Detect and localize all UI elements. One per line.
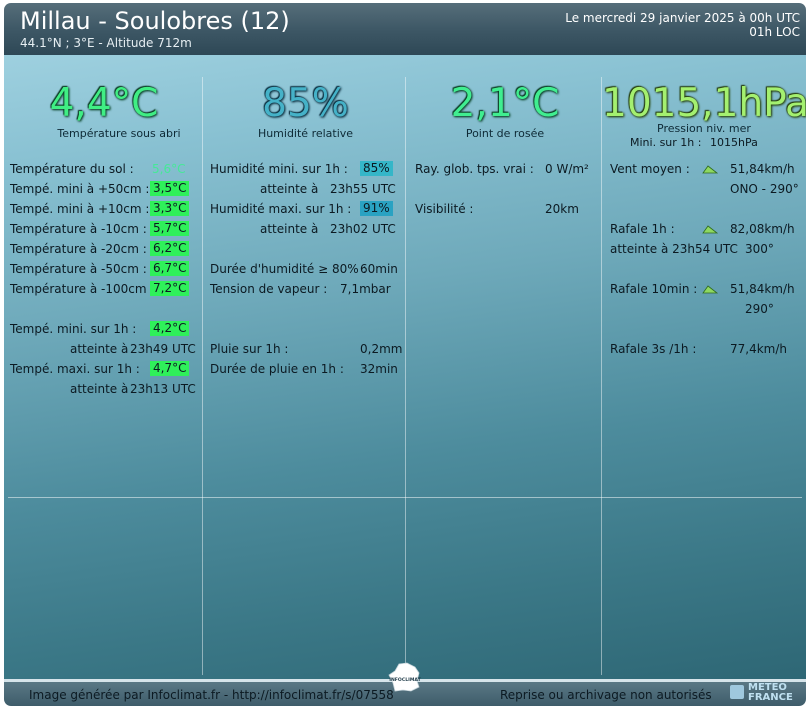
temp-min-value: 4,2°C <box>150 321 190 336</box>
big-pressure: 1015,1hPa <box>602 81 806 126</box>
humid-min-value: 85% <box>360 161 393 176</box>
humid-duration-value: 60min <box>360 262 398 276</box>
temp-max-at-label: atteinte à <box>70 382 129 396</box>
gust-10min-value: 51,84km/h <box>730 282 795 296</box>
wind-mean-direction: ONO - 290° <box>730 182 799 196</box>
infoclimat-logo: INFOCLIMAT <box>388 662 422 692</box>
wind-direction-icon <box>702 225 718 234</box>
rain-duration-value: 32min <box>360 362 398 376</box>
humid-min-at-time: 23h55 UTC <box>330 182 396 196</box>
radiation-label: Ray. glob. tps. vrai : <box>415 162 534 176</box>
temp-row-value: 7,2°C <box>150 281 190 296</box>
visibility-value: 20km <box>545 202 579 216</box>
footer-rights: Reprise ou archivage non autorisés <box>500 688 712 702</box>
temp-min-at-label: atteinte à <box>70 342 129 356</box>
humid-min-at-label: atteinte à <box>260 182 319 196</box>
temp-row-label: Température du sol : <box>10 162 134 176</box>
gust-1h-time: atteinte à 23h54 UTC <box>610 242 738 256</box>
meteo-france-logo: METEO FRANCE <box>730 683 794 706</box>
temperature-label: Température sous abri <box>57 127 181 140</box>
date-local: 01h LOC <box>749 25 800 39</box>
wind-direction-icon <box>702 165 718 174</box>
rain-value: 0,2mm <box>360 342 403 356</box>
temp-min-label: Tempé. mini. sur 1h : <box>10 322 137 336</box>
temp-row-value: 5,6°C <box>152 162 186 176</box>
column-divider <box>405 77 406 675</box>
footer-credit: Image générée par Infoclimat.fr - http:/… <box>29 688 394 702</box>
wind-mean-label: Vent moyen : <box>610 162 690 176</box>
temp-row-value: 3,3°C <box>150 201 190 216</box>
gust-1h-label: Rafale 1h : <box>610 222 675 236</box>
gust-1h-direction: 300° <box>745 242 774 256</box>
station-coords: 44.1°N ; 3°E - Altitude 712m <box>20 36 192 50</box>
pressure-min-value: 1015hPa <box>710 136 758 149</box>
visibility-label: Visibilité : <box>415 202 474 216</box>
wind-mean-value: 51,84km/h <box>730 162 795 176</box>
gust-3s-label: Rafale 3s /1h : <box>610 342 697 356</box>
humid-duration-label: Durée d'humidité ≥ 80% : <box>210 262 367 276</box>
temp-row-label: Température à -20cm : <box>10 242 147 256</box>
date-utc: Le mercredi 29 janvier 2025 à 00h UTC <box>565 11 800 25</box>
rain-duration-label: Durée de pluie en 1h : <box>210 362 344 376</box>
column-divider <box>601 77 602 675</box>
temp-min-at-time: 23h49 UTC <box>130 342 196 356</box>
rain-label: Pluie sur 1h : <box>210 342 289 356</box>
temp-row-label: Tempé. mini à +50cm : <box>10 182 150 196</box>
temp-row-label: Température à -10cm : <box>10 222 147 236</box>
humid-max-at-time: 23h02 UTC <box>330 222 396 236</box>
station-title: Millau - Soulobres (12) <box>20 7 290 35</box>
temp-row-label: Température à -100cm : <box>10 282 155 296</box>
humid-max-value: 91% <box>360 201 393 216</box>
pressure-min-label: Mini. sur 1h : <box>630 136 702 149</box>
temp-row-value: 3,5°C <box>150 181 190 196</box>
temp-max-value: 4,7°C <box>150 361 190 376</box>
humid-min-label: Humidité mini. sur 1h : <box>210 162 348 176</box>
humidity-label: Humidité relative <box>257 127 354 140</box>
vapor-value: 7,1mbar <box>340 282 391 296</box>
gust-10min-label: Rafale 10min : <box>610 282 698 296</box>
weather-card: Millau - Soulobres (12) 44.1°N ; 3°E - A… <box>4 3 806 706</box>
dewpoint-label: Point de rosée <box>465 127 545 140</box>
temp-row-value: 6,7°C <box>150 261 190 276</box>
pressure-label: Pression niv. mer <box>657 122 751 135</box>
gust-10min-direction: 290° <box>745 302 774 316</box>
temp-row-value: 6,2°C <box>150 241 190 256</box>
temp-max-label: Tempé. maxi. sur 1h : <box>10 362 140 376</box>
header: Millau - Soulobres (12) 44.1°N ; 3°E - A… <box>4 3 806 55</box>
radiation-value: 0 W/m² <box>545 162 589 176</box>
wind-direction-icon <box>702 285 718 294</box>
data-panel: 4,4°C 85% 2,1°C 1015,1hPa Température so… <box>4 55 806 679</box>
humid-max-label: Humidité maxi. sur 1h : <box>210 202 352 216</box>
temp-max-at-time: 23h13 UTC <box>130 382 196 396</box>
temp-row-value: 5,7°C <box>150 221 190 236</box>
humid-max-at-label: atteinte à <box>260 222 319 236</box>
gust-1h-value: 82,08km/h <box>730 222 795 236</box>
vapor-label: Tension de vapeur : <box>210 282 328 296</box>
big-humidity: 85% <box>262 81 349 126</box>
temp-row-label: Tempé. mini à +10cm : <box>10 202 150 216</box>
gust-3s-value: 77,4km/h <box>730 342 788 356</box>
column-divider <box>202 77 203 675</box>
temp-row-label: Température à -50cm : <box>10 262 147 276</box>
observation-date: Le mercredi 29 janvier 2025 à 00h UTC 01… <box>565 11 800 39</box>
row-divider <box>8 497 802 498</box>
big-temperature: 4,4°C <box>49 81 159 126</box>
big-dewpoint: 2,1°C <box>450 81 560 126</box>
svg-text:INFOCLIMAT: INFOCLIMAT <box>389 677 421 683</box>
